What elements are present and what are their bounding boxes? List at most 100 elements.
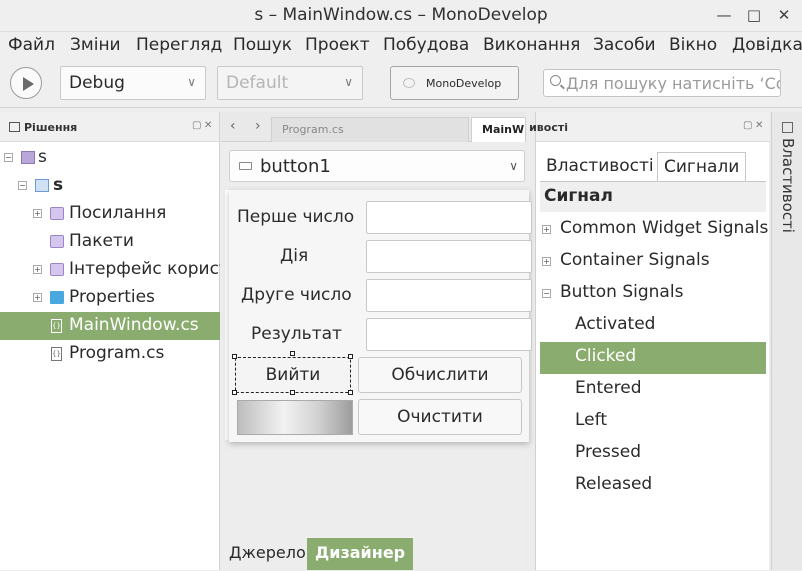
editor-view-tabs: Джерело Дизайнер — [221, 538, 524, 570]
signal-released[interactable]: Released — [540, 470, 766, 502]
tree-item-label: MainWindow.cs — [69, 315, 199, 335]
runtime-button[interactable]: MonoDevelop — [390, 66, 519, 100]
second-number-entry[interactable] — [366, 279, 532, 312]
run-button[interactable] — [10, 67, 42, 99]
gradient-placeholder[interactable] — [237, 400, 353, 435]
properties-side-tab[interactable]: Властивості — [771, 112, 802, 570]
signal-left[interactable]: Left — [540, 406, 766, 438]
expand-icon[interactable]: + — [33, 209, 42, 218]
first-number-entry[interactable] — [366, 201, 532, 234]
menu-window[interactable]: Вікно — [669, 35, 717, 55]
tree-item-label: Інтерфейс користувача — [69, 259, 220, 279]
operation-entry[interactable] — [366, 240, 532, 273]
tree-item-packages[interactable]: Пакети — [0, 228, 220, 256]
properties-icon — [782, 122, 793, 133]
menu-bar: Файл Зміни Перегляд Пошук Проект Побудов… — [0, 32, 802, 60]
search-icon — [550, 75, 561, 86]
signal-label: Button Signals — [560, 282, 684, 302]
resize-handle[interactable] — [348, 354, 353, 359]
expand-icon[interactable]: + — [33, 293, 42, 302]
runtime-button-label: MonoDevelop — [426, 77, 502, 90]
platform-select: Default ∨ — [217, 66, 363, 100]
title-bar: s – MainWindow.cs – MonoDevelop — □ ✕ — [0, 0, 802, 32]
solution-pad-title: Рішення — [24, 121, 78, 134]
widget-selector[interactable]: button1 ∨ — [229, 150, 525, 182]
close-icon[interactable]: ✕ — [772, 3, 796, 27]
tree-item-references[interactable]: + Посилання — [0, 200, 220, 228]
resize-handle[interactable] — [290, 390, 295, 395]
tree-item-label: Посилання — [69, 203, 167, 223]
signal-entered[interactable]: Entered — [540, 374, 766, 406]
resize-handle[interactable] — [290, 351, 295, 356]
expand-icon[interactable]: + — [33, 265, 42, 274]
minimize-icon[interactable]: — — [712, 3, 736, 27]
folder-icon — [50, 291, 64, 304]
cs-file-icon: {} — [51, 319, 62, 333]
pad-dock-icon[interactable]: ▢ — [743, 120, 752, 131]
search-box[interactable] — [543, 69, 781, 97]
chevron-right-icon[interactable]: › — [255, 118, 261, 134]
signal-group-container[interactable]: + Container Signals — [540, 246, 766, 278]
resize-handle[interactable] — [232, 354, 237, 359]
toolbar: Debug ∨ Default ∨ MonoDevelop — [0, 60, 802, 108]
exit-button[interactable]: Вийти — [235, 357, 351, 393]
solution-pad-header: Рішення ▢ ✕ — [0, 112, 219, 142]
packages-icon — [50, 235, 64, 248]
menu-file[interactable]: Файл — [8, 35, 55, 55]
chevron-left-icon[interactable]: ‹ — [230, 118, 236, 134]
signal-group-common[interactable]: + Common Widget Signals — [540, 214, 768, 246]
tab-designer[interactable]: Дизайнер — [307, 538, 414, 570]
form-preview: Перше число Дія Друге число Результат Ви… — [229, 190, 532, 442]
tree-item-user-interface[interactable]: + Інтерфейс користувача — [0, 256, 220, 284]
document-tabstrip: ‹ › Program.cs MainWindow.cs — [221, 112, 526, 142]
menu-edit[interactable]: Зміни — [70, 35, 121, 55]
tab-signals[interactable]: Сигнали — [657, 152, 747, 182]
calculate-button[interactable]: Обчислити — [358, 357, 522, 393]
signal-activated[interactable]: Activated — [540, 310, 766, 342]
menu-view[interactable]: Перегляд — [136, 35, 222, 55]
pad-dock-icon[interactable]: ▢ — [192, 120, 201, 131]
signal-label: Left — [575, 410, 607, 430]
menu-run[interactable]: Виконання — [483, 35, 580, 55]
collapse-icon[interactable]: − — [542, 289, 551, 298]
menu-search[interactable]: Пошук — [233, 35, 292, 55]
maximize-icon[interactable]: □ — [742, 3, 766, 27]
tab-source[interactable]: Джерело — [221, 538, 314, 570]
configuration-select[interactable]: Debug ∨ — [60, 66, 206, 100]
references-icon — [50, 207, 64, 220]
solution-pad-icon — [9, 122, 20, 132]
clear-button[interactable]: Очистити — [358, 399, 522, 435]
solution-pad: Рішення ▢ ✕ − s − s + Посилання Пакети +… — [0, 112, 220, 570]
signal-label: Released — [575, 474, 653, 494]
search-input[interactable] — [566, 73, 780, 94]
tree-item-project[interactable]: − s — [0, 172, 220, 200]
properties-pad-header: Властивості ▢ ✕ — [530, 112, 770, 142]
resize-handle[interactable] — [348, 390, 353, 395]
tree-item-mainwindow[interactable]: {} MainWindow.cs — [0, 312, 220, 340]
collapse-icon[interactable]: − — [4, 153, 13, 162]
expand-icon[interactable]: + — [542, 257, 551, 266]
tree-item-properties[interactable]: + Properties — [0, 284, 220, 312]
tree-item-solution[interactable]: − s — [0, 144, 220, 172]
monodevelop-logo-icon — [403, 78, 415, 88]
resize-handle[interactable] — [232, 390, 237, 395]
signal-group-button[interactable]: − Button Signals — [540, 278, 766, 310]
pad-close-icon[interactable]: ✕ — [755, 120, 763, 131]
tree-item-program[interactable]: {} Program.cs — [0, 340, 220, 368]
signal-clicked[interactable]: Clicked — [540, 342, 766, 374]
expand-icon[interactable]: + — [542, 225, 551, 234]
collapse-icon[interactable]: − — [18, 181, 27, 190]
tab-mainwindow-cs[interactable]: MainWindow.cs — [471, 117, 526, 142]
menu-build[interactable]: Побудова — [383, 35, 469, 55]
tab-properties[interactable]: Властивості — [540, 152, 660, 182]
menu-project[interactable]: Проект — [305, 35, 370, 55]
signal-pressed[interactable]: Pressed — [540, 438, 766, 470]
properties-pad-title: Властивості — [530, 121, 568, 134]
pad-close-icon[interactable]: ✕ — [204, 120, 212, 131]
menu-tools[interactable]: Засоби — [593, 35, 656, 55]
signal-label: Activated — [575, 314, 656, 334]
signal-label: Container Signals — [560, 250, 710, 270]
menu-help[interactable]: Довідка — [732, 35, 802, 55]
result-entry[interactable] — [366, 318, 532, 351]
tab-program-cs[interactable]: Program.cs — [271, 117, 469, 142]
